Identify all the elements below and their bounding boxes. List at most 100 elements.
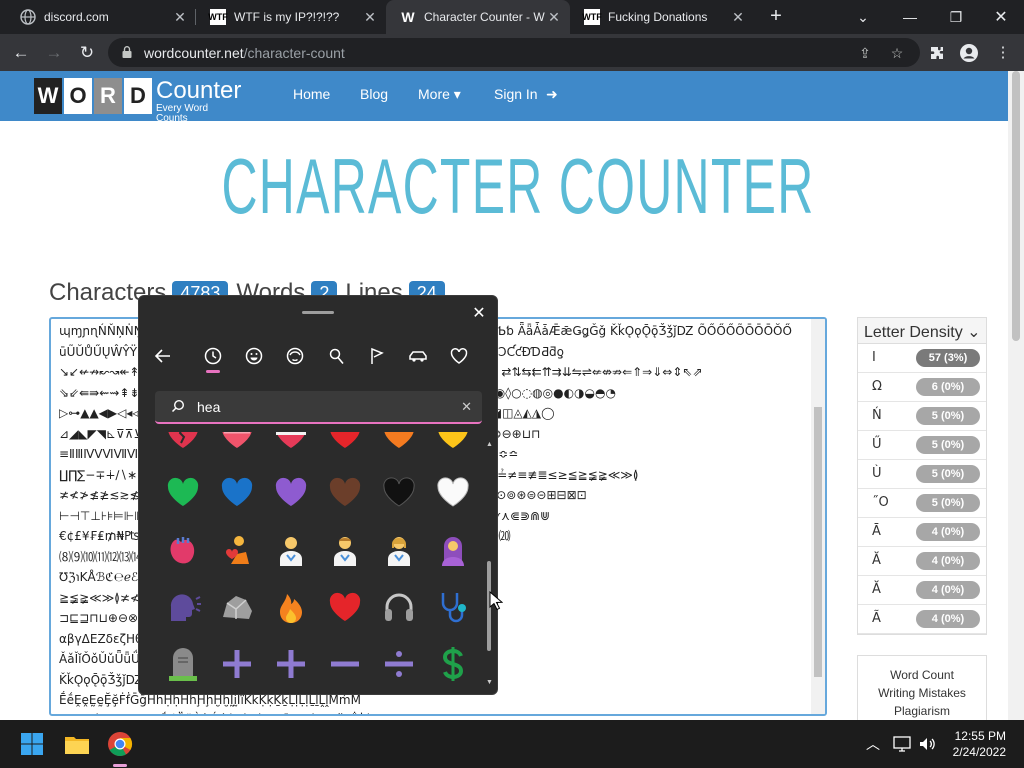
close-tab-icon[interactable]: ✕ — [730, 9, 746, 25]
link-writing-mistakes[interactable]: Writing Mistakes — [858, 684, 986, 702]
density-count-badge: 4 (0%) — [916, 552, 980, 570]
page-scroll-thumb[interactable] — [1012, 71, 1020, 341]
page-scrollbar[interactable] — [1008, 71, 1024, 720]
site-logo[interactable]: W O R D Counter Every Word Counts — [34, 78, 241, 124]
flag-icon[interactable] — [366, 345, 388, 367]
woman-health-worker-emoji[interactable] — [379, 530, 419, 570]
letter-density-title: Letter Density — [864, 324, 963, 341]
tab-fucking-donations[interactable]: WTF Fucking Donations ✕ — [570, 0, 754, 34]
person-kneeling-heart-emoji[interactable] — [217, 530, 257, 570]
letter-density-row: Ω 6 (0%) — [858, 373, 986, 402]
sparkling-heart-emoji[interactable] — [217, 432, 257, 454]
nav-more[interactable]: More ▾ — [418, 86, 461, 103]
density-count-badge: 4 (0%) — [916, 581, 980, 599]
clock-date: 2/24/2022 — [952, 745, 1006, 759]
clear-search-icon[interactable]: ✕ — [461, 399, 472, 415]
file-explorer-icon[interactable] — [61, 728, 93, 760]
textarea-scrollbar[interactable] — [811, 319, 825, 714]
headphone-emoji[interactable] — [379, 587, 419, 627]
purple-heart-emoji[interactable] — [271, 472, 311, 512]
rock-emoji[interactable] — [217, 587, 257, 627]
close-icon[interactable]: ✕ — [469, 304, 489, 324]
tab-character-counter[interactable]: W Character Counter - W ✕ — [386, 0, 570, 34]
minimize-icon[interactable]: — — [887, 0, 933, 34]
white-heart-emoji[interactable] — [433, 472, 473, 512]
plus-emoji-2[interactable] — [271, 644, 311, 684]
nav-blog[interactable]: Blog — [360, 86, 388, 102]
emoji-scrollbar[interactable]: ▲ ▼ — [486, 441, 493, 693]
forward-icon[interactable]: → — [41, 40, 67, 66]
tab-title: Character Counter - W — [424, 10, 545, 24]
pin-icon[interactable] — [325, 345, 347, 367]
heavy-dollar-sign-emoji[interactable] — [433, 644, 473, 684]
logo-text: Counter Every Word Counts — [156, 78, 241, 124]
smiley-icon[interactable] — [243, 345, 265, 367]
letter-density-row: ˝O 5 (0%) — [858, 489, 986, 518]
health-worker-emoji[interactable] — [271, 530, 311, 570]
people-icon[interactable] — [284, 345, 306, 367]
close-tab-icon[interactable]: ✕ — [546, 9, 562, 25]
bookmark-star-icon[interactable]: ☆ — [888, 44, 906, 62]
minus-emoji[interactable] — [325, 644, 365, 684]
red-heart-emoji[interactable] — [325, 587, 365, 627]
car-icon[interactable] — [407, 345, 429, 367]
close-tab-icon[interactable]: ✕ — [172, 9, 188, 25]
emoji-search-field[interactable]: hea ✕ — [155, 391, 482, 424]
letter-density-header[interactable]: Letter Density ⌄ — [858, 318, 986, 344]
yellow-heart-emoji[interactable] — [433, 432, 473, 454]
density-count-badge: 57 (3%) — [916, 349, 980, 367]
headstone-emoji[interactable] — [163, 644, 203, 684]
orange-heart-emoji[interactable] — [379, 432, 419, 454]
lock-icon[interactable] — [120, 45, 134, 59]
brown-heart-emoji[interactable] — [325, 472, 365, 512]
sign-in-icon[interactable]: ➜ — [546, 86, 558, 103]
extensions-icon[interactable] — [926, 42, 948, 64]
tab-search-chevron-icon[interactable]: ⌄ — [840, 0, 886, 34]
tab-discord[interactable]: discord.com ✕ — [6, 0, 196, 34]
back-icon[interactable]: ← — [8, 40, 34, 66]
drag-handle[interactable] — [302, 311, 334, 314]
red-heart-partial-emoji[interactable] — [325, 432, 365, 454]
new-tab-icon[interactable]: + — [764, 5, 788, 29]
divide-emoji[interactable] — [379, 644, 419, 684]
emoji-picker-panel: ✕ hea ✕ ▲ ▼ — [138, 295, 498, 695]
volume-icon[interactable] — [918, 735, 936, 753]
chrome-icon[interactable] — [104, 728, 136, 760]
scroll-up-icon[interactable]: ▲ — [486, 441, 493, 448]
logo-letter: O — [64, 78, 92, 114]
fire-emoji[interactable] — [271, 587, 311, 627]
nav-home[interactable]: Home — [293, 86, 330, 102]
scroll-down-icon[interactable]: ▼ — [486, 679, 493, 686]
link-word-count[interactable]: Word Count — [858, 666, 986, 684]
stethoscope-emoji[interactable] — [433, 587, 473, 627]
blue-heart-emoji[interactable] — [217, 472, 257, 512]
window-close-icon[interactable]: ✕ — [978, 0, 1024, 34]
green-heart-emoji[interactable] — [163, 472, 203, 512]
textarea-scroll-thumb[interactable] — [814, 407, 822, 677]
restore-icon[interactable]: ❐ — [933, 0, 979, 34]
link-plagiarism[interactable]: Plagiarism — [858, 702, 986, 720]
reload-icon[interactable]: ↻ — [74, 40, 100, 66]
system-clock[interactable]: 12:55 PM 2/24/2022 — [944, 728, 1006, 760]
close-tab-icon[interactable]: ✕ — [362, 9, 378, 25]
profile-avatar-icon[interactable] — [958, 42, 980, 64]
recent-icon[interactable] — [202, 345, 224, 367]
black-heart-emoji[interactable] — [379, 472, 419, 512]
heart-icon[interactable] — [448, 345, 470, 367]
woman-with-headscarf-emoji[interactable] — [433, 530, 473, 570]
anatomical-heart-emoji[interactable] — [163, 530, 203, 570]
address-bar[interactable]: wordcounter.net/character-count ⇪ ☆ — [108, 38, 920, 67]
plus-emoji[interactable] — [217, 644, 257, 684]
windows-start-icon[interactable] — [16, 728, 48, 760]
broken-heart-emoji[interactable] — [163, 432, 203, 454]
tray-overflow-chevron-icon[interactable]: ︿ — [866, 734, 880, 754]
nav-sign-in[interactable]: Sign In — [494, 86, 538, 102]
network-icon[interactable] — [893, 736, 911, 752]
heart-with-ribbon-emoji[interactable] — [271, 432, 311, 454]
man-health-worker-emoji[interactable] — [325, 530, 365, 570]
tab-wtfismyip[interactable]: WTF WTF is my IP?!?!?? ✕ — [196, 0, 386, 34]
back-arrow-icon[interactable] — [152, 345, 174, 367]
share-icon[interactable]: ⇪ — [856, 44, 874, 62]
kebab-menu-icon[interactable]: ⋮ — [992, 42, 1014, 64]
speaking-head-emoji[interactable] — [163, 587, 203, 627]
